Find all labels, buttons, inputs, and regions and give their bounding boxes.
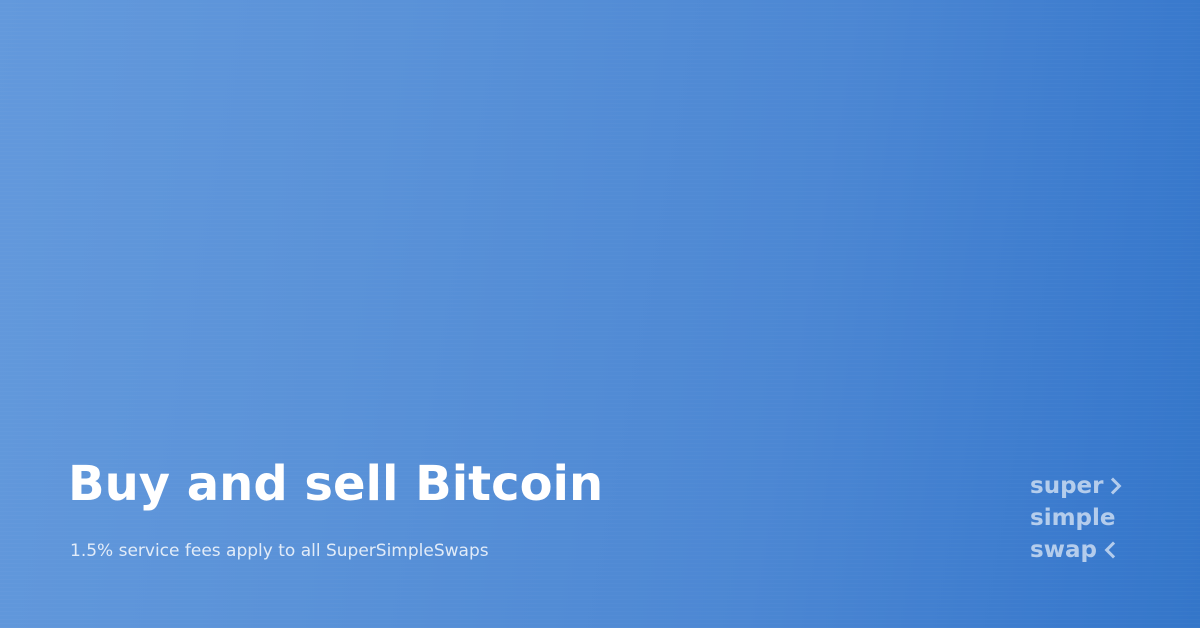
headline: Buy and sell Bitcoin <box>68 456 604 512</box>
logo-line-swap: swap <box>1030 534 1160 566</box>
logo-word-simple: simple <box>1030 505 1116 531</box>
background-texture <box>0 0 1200 628</box>
supersimpleswap-logo: super simple swap <box>1030 470 1160 566</box>
logo-word-swap: swap <box>1030 537 1097 563</box>
logo-line-super: super <box>1030 470 1160 502</box>
logo-word-super: super <box>1030 473 1104 499</box>
chevron-left-icon <box>1104 541 1122 559</box>
chevron-right-icon <box>1104 477 1122 495</box>
logo-line-simple: simple <box>1030 502 1160 534</box>
service-fee-note: 1.5% service fees apply to all SuperSimp… <box>70 541 489 561</box>
